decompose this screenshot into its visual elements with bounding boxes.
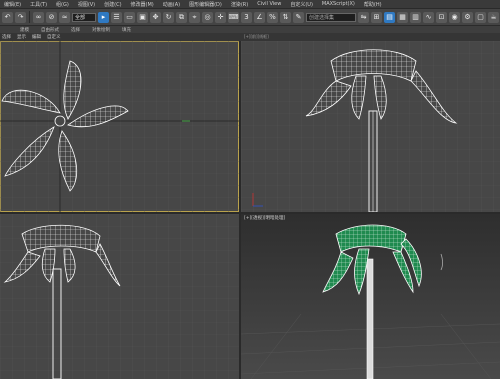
curve-editor-icon[interactable]: ∿ [423, 11, 434, 23]
top-view-canvas [0, 41, 239, 212]
ribbon-tab-object-paint[interactable]: 对象绘制 [92, 27, 110, 33]
explorer-menu-select[interactable]: 选择 [2, 34, 11, 40]
viewport-divider-horizontal[interactable] [0, 212, 500, 214]
ribbon-tabs: 建模 自由形式 选择 对象绘制 填充 [0, 26, 500, 33]
viewport-left[interactable] [0, 214, 239, 379]
viewport-header-strip: [+][前][线框] [240, 33, 500, 41]
edit-named-selection-icon[interactable]: ✎ [293, 11, 304, 23]
viewport-front[interactable] [241, 41, 500, 212]
main-toolbar: ↶ ↷ ∞ ⊘ ≈ 全部 ▸ ☰ ▭ ▣ ✥ ↻ ⧉ ⌖ ◎ ✛ ⌨ 3 ∠ %… [0, 9, 500, 26]
menu-graph-editors[interactable]: 图形编辑器(D) [189, 1, 222, 8]
viewport-divider-vertical[interactable] [239, 41, 241, 379]
mirror-icon[interactable]: ⇋ [358, 11, 369, 23]
layer-explorer-icon[interactable]: ▦ [397, 11, 408, 23]
undo-icon[interactable]: ↶ [2, 11, 13, 23]
menu-maxscript[interactable]: MAXScript(X) [322, 1, 355, 7]
spinner-snap-icon[interactable]: ⇅ [280, 11, 291, 23]
select-rotate-icon[interactable]: ↻ [163, 11, 174, 23]
snaps-toggle-icon[interactable]: 3 [241, 11, 252, 23]
keyboard-shortcut-icon[interactable]: ⌨ [228, 11, 239, 23]
top-right-viewport-label[interactable]: [+][前][线框] [244, 34, 269, 40]
menu-modifiers[interactable]: 修改器(M) [131, 1, 154, 8]
explorer-menu-edit[interactable]: 编辑 [32, 34, 41, 40]
viewport-top[interactable] [0, 41, 239, 212]
menu-group[interactable]: 组(G) [56, 1, 69, 8]
render-production-icon[interactable]: ☕ [488, 11, 499, 23]
menu-customize[interactable]: 自定义(U) [290, 1, 313, 8]
flower-stem [366, 258, 374, 379]
explorer-menu-customize[interactable]: 自定义 [47, 34, 61, 40]
material-editor-icon[interactable]: ◉ [449, 11, 460, 23]
bind-space-warp-icon[interactable]: ≈ [59, 11, 70, 23]
menu-tools[interactable]: 工具(T) [30, 1, 47, 8]
menu-create[interactable]: 创建(C) [104, 1, 121, 8]
select-scale-icon[interactable]: ⧉ [176, 11, 187, 23]
rendered-frame-window-icon[interactable]: ▢ [475, 11, 486, 23]
rectangular-selection-icon[interactable]: ▭ [124, 11, 135, 23]
explorer-menu-display[interactable]: 显示 [17, 34, 26, 40]
reference-coordinate-icon[interactable]: ⌖ [189, 11, 200, 23]
left-view-canvas [0, 214, 239, 379]
selection-filter-dropdown[interactable]: 全部 [72, 12, 96, 22]
link-icon[interactable]: ∞ [33, 11, 44, 23]
select-by-name-icon[interactable]: ☰ [111, 11, 122, 23]
schematic-view-icon[interactable]: ⊡ [436, 11, 447, 23]
front-view-canvas [241, 41, 500, 212]
ribbon-toggle-icon[interactable]: ▥ [410, 11, 421, 23]
pivot-center-icon[interactable]: ◎ [202, 11, 213, 23]
named-selection-set-field[interactable]: 创建选择集 [306, 12, 356, 22]
menu-animation[interactable]: 动画(A) [163, 1, 180, 8]
ribbon-tab-populate[interactable]: 填充 [122, 27, 131, 33]
scene-explorer-icon[interactable]: ▤ [384, 11, 395, 23]
menu-civil-view[interactable]: Civil View [257, 1, 281, 7]
menu-views[interactable]: 视图(V) [78, 1, 95, 8]
menu-rendering[interactable]: 渲染(R) [231, 1, 248, 8]
ribbon-tab-modeling[interactable]: 建模 [20, 27, 29, 33]
viewport-perspective[interactable]: [+][透视][明暗处理] [241, 214, 500, 379]
percent-snap-icon[interactable]: % [267, 11, 278, 23]
window-crossing-icon[interactable]: ▣ [137, 11, 148, 23]
angle-snap-icon[interactable]: ∠ [254, 11, 265, 23]
toolbar-separator [29, 11, 30, 23]
viewport-grid [0, 41, 239, 212]
redo-icon[interactable]: ↷ [15, 11, 26, 23]
bottom-right-viewport-label[interactable]: [+][透视][明暗处理] [244, 215, 285, 221]
menu-help[interactable]: 帮助(H) [364, 1, 382, 8]
perspective-view-canvas [241, 214, 500, 379]
select-manipulate-icon[interactable]: ✛ [215, 11, 226, 23]
align-icon[interactable]: ⊞ [371, 11, 382, 23]
scene-explorer-menu: 选择 显示 编辑 自定义 [0, 33, 240, 41]
ribbon-tab-freeform[interactable]: 自由形式 [41, 27, 59, 33]
menu-bar: 编辑(E) 工具(T) 组(G) 视图(V) 创建(C) 修改器(M) 动画(A… [0, 0, 500, 9]
unlink-icon[interactable]: ⊘ [46, 11, 57, 23]
ribbon-tab-selection[interactable]: 选择 [71, 27, 80, 33]
render-setup-icon[interactable]: ⚙ [462, 11, 473, 23]
select-object-icon[interactable]: ▸ [98, 11, 109, 23]
select-move-icon[interactable]: ✥ [150, 11, 161, 23]
menu-edit[interactable]: 编辑(E) [4, 1, 21, 8]
